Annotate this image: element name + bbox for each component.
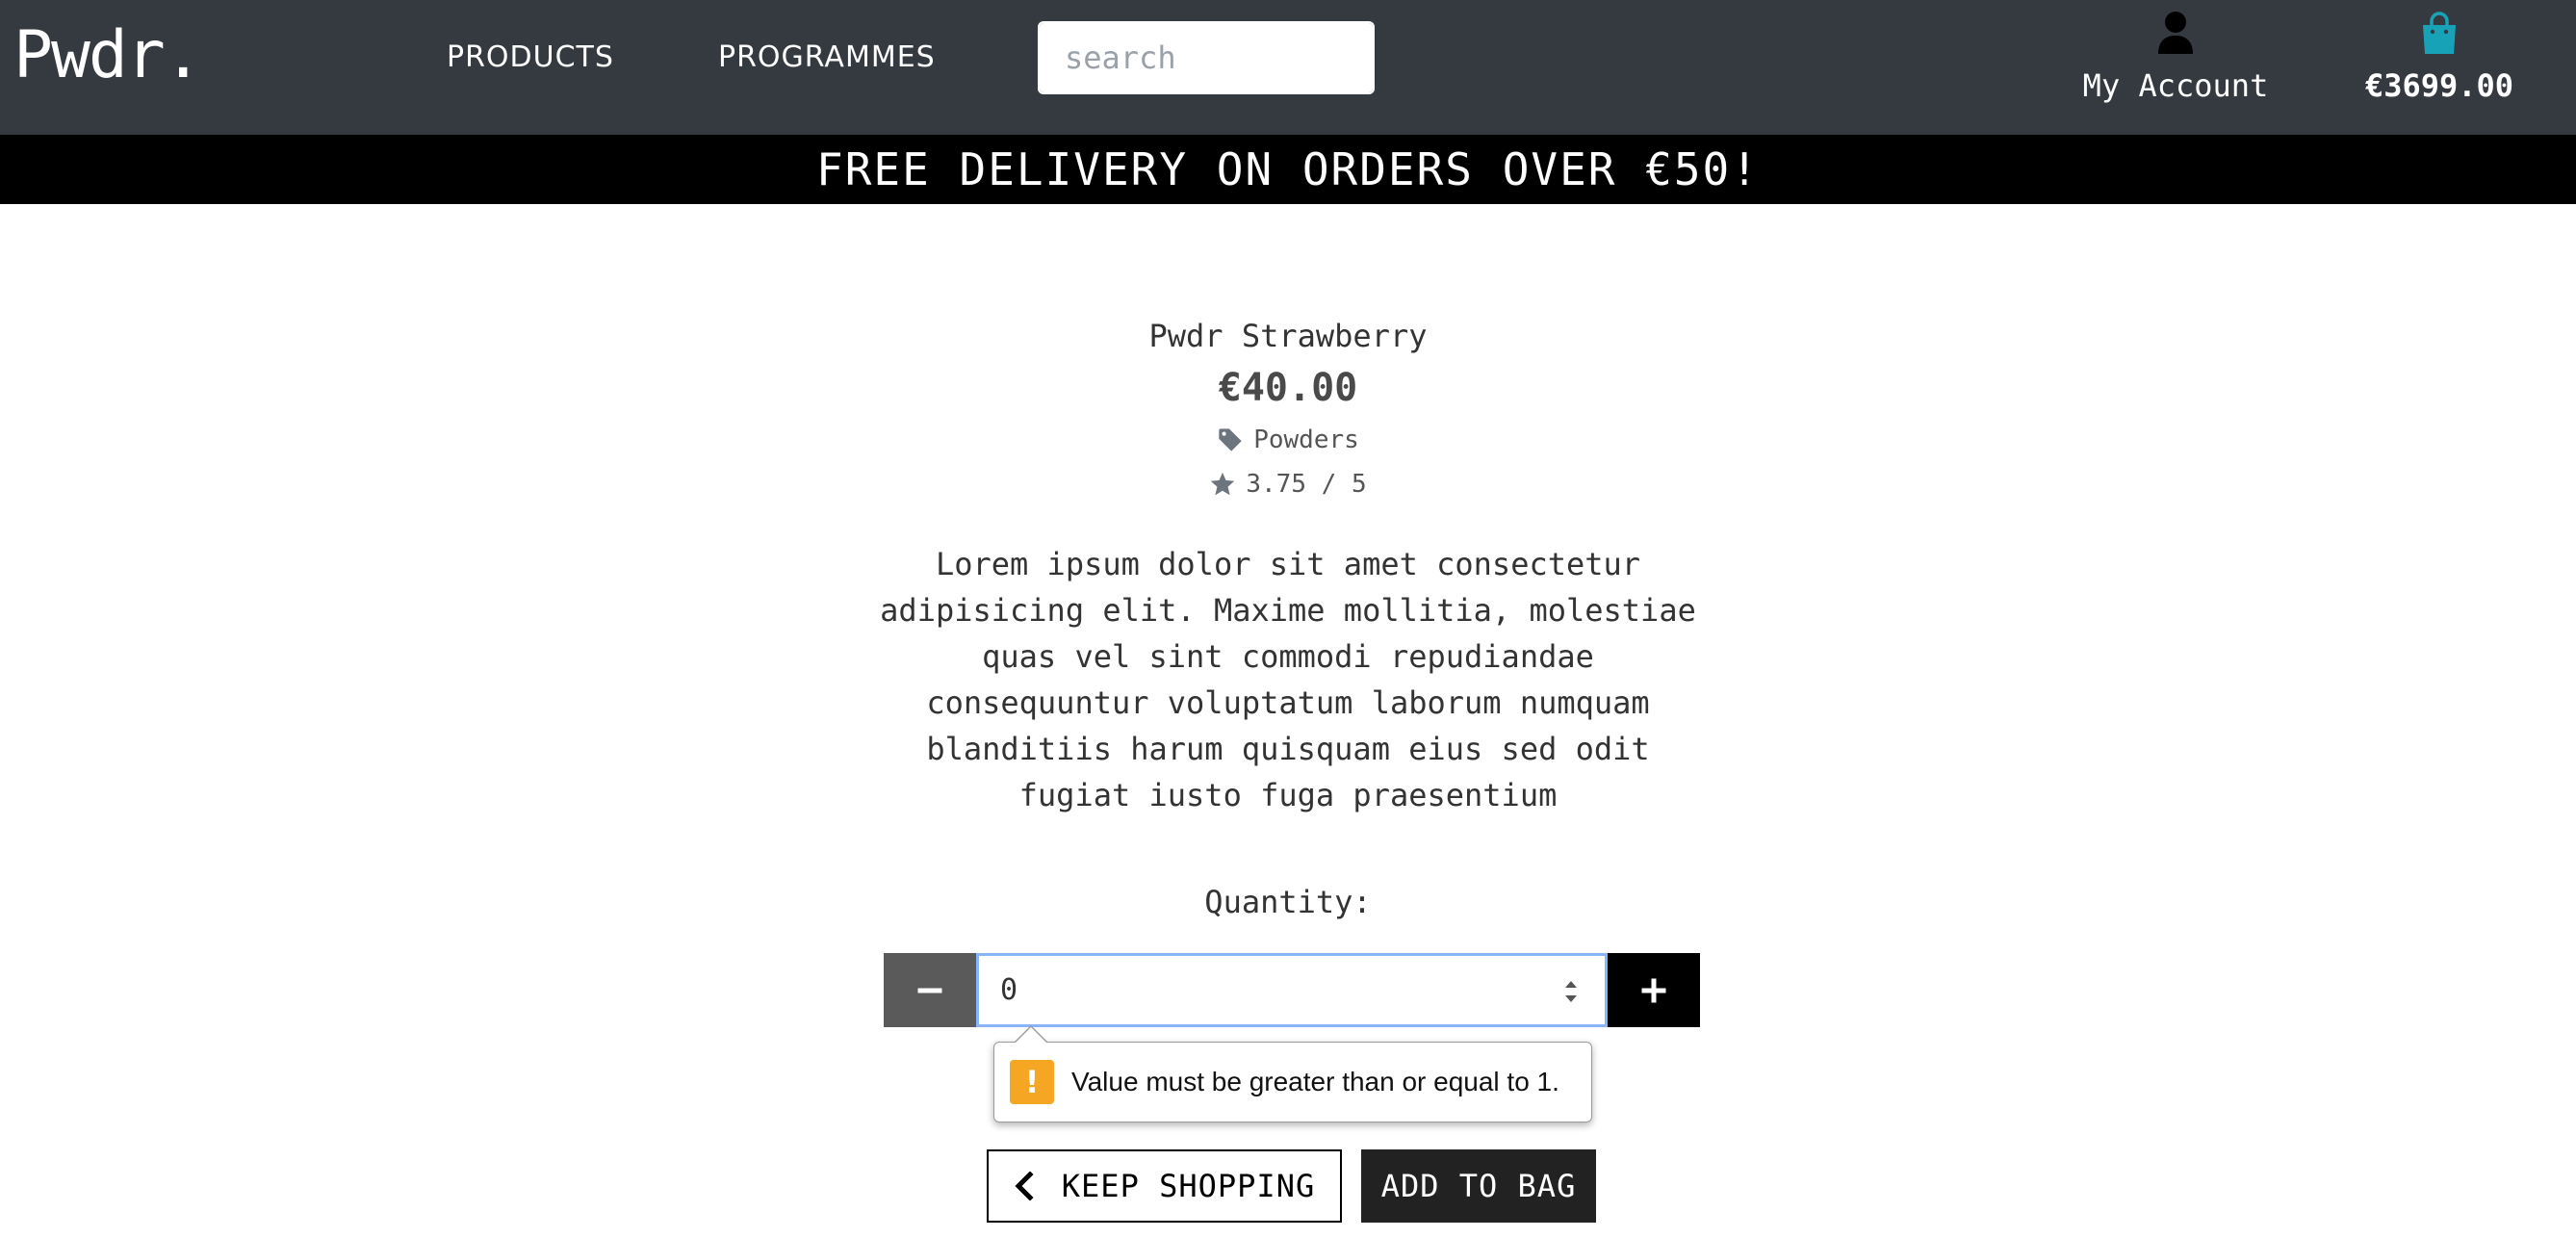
- keep-shopping-button[interactable]: KEEP SHOPPING: [987, 1149, 1342, 1223]
- quantity-stepper: [884, 953, 1700, 1027]
- product-name: Pwdr Strawberry: [1148, 318, 1428, 354]
- tooltip-arrow: [1014, 1025, 1048, 1044]
- warning-icon: !: [1010, 1060, 1054, 1104]
- number-spinner-icon[interactable]: [1560, 975, 1582, 1008]
- search-input[interactable]: [1040, 23, 1373, 92]
- product-description: Lorem ipsum dolor sit amet consectetur a…: [880, 546, 1696, 813]
- free-delivery-banner: FREE DELIVERY ON ORDERS OVER €50!: [0, 135, 2576, 204]
- increment-quantity-button[interactable]: [1608, 953, 1700, 1027]
- decrement-quantity-button[interactable]: [884, 953, 976, 1027]
- bag-total: €3699.00: [2364, 67, 2514, 104]
- my-account-label: My Account: [2082, 67, 2269, 104]
- star-icon: [1211, 472, 1235, 496]
- search-form: [1038, 21, 1375, 94]
- tag-icon: [1219, 428, 1242, 451]
- product-rating: 3.75 / 5: [0, 470, 2576, 499]
- shopping-bag-icon: [2423, 12, 2456, 54]
- nav-products-link[interactable]: PRODUCTS: [447, 40, 614, 74]
- quantity-label: Quantity:: [1204, 884, 1372, 920]
- product-price: €40.00: [1218, 366, 1358, 410]
- plus-icon: [1641, 978, 1666, 1002]
- product-category-label: Powders: [1253, 426, 1359, 454]
- keep-shopping-label: KEEP SHOPPING: [1061, 1168, 1316, 1204]
- minus-icon: [917, 988, 942, 993]
- validation-tooltip: ! Value must be greater than or equal to…: [993, 1025, 1592, 1122]
- add-to-bag-button[interactable]: ADD TO BAG: [1361, 1149, 1596, 1223]
- quantity-field-wrapper: [976, 953, 1608, 1027]
- quantity-input[interactable]: [979, 956, 1605, 1024]
- product-category[interactable]: Powders: [0, 426, 2576, 454]
- validation-message: Value must be greater than or equal to 1…: [1071, 1067, 1559, 1096]
- brand-logo[interactable]: Pwdr.: [13, 17, 203, 93]
- user-icon: [2158, 12, 2193, 54]
- chevron-left-icon: [1015, 1172, 1034, 1200]
- site-header: Pwdr. PRODUCTS PROGRAMMES My Account €36…: [0, 0, 2576, 135]
- product-rating-value: 3.75 / 5: [1246, 470, 1367, 499]
- my-account-link[interactable]: My Account: [2079, 10, 2272, 116]
- nav-programmes-link[interactable]: PROGRAMMES: [718, 40, 936, 74]
- shopping-bag-link[interactable]: €3699.00: [2353, 10, 2526, 116]
